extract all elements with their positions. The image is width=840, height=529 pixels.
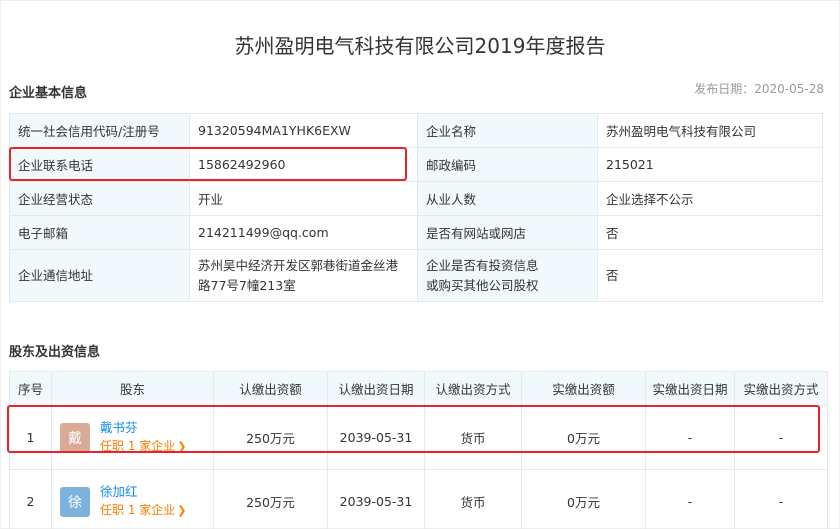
- chevron-right-icon: ❯: [177, 504, 187, 517]
- company-name-value: 苏州盈明电气科技有限公司: [597, 113, 823, 148]
- address-value: 苏州吴中经济开发区郭巷街道金丝港 路77号7幢213室: [189, 249, 418, 302]
- postcode-label: 邮政编码: [417, 147, 598, 182]
- address-line-2: 路77号7幢213室: [198, 277, 296, 293]
- info-row: 统一社会信用代码/注册号 91320594MA1YHK6EXW 企业名称 苏州盈…: [9, 113, 823, 148]
- col-header-subscribed-amount: 认缴出资额: [213, 371, 328, 406]
- investment-value: 否: [597, 249, 823, 302]
- table-header-row: 序号 股东 认缴出资额 认缴出资日期 认缴出资方式 实缴出资额 实缴出资日期 实…: [9, 371, 828, 406]
- paid-date: -: [645, 469, 735, 529]
- col-header-subscribed-date: 认缴出资日期: [327, 371, 425, 406]
- postcode-value: 215021: [597, 147, 823, 182]
- status-value: 开业: [189, 181, 418, 216]
- holder-job-text: 任职 1 家企业: [100, 503, 176, 517]
- paid-amount: 0万元: [521, 469, 646, 529]
- col-header-paid-date: 实缴出资日期: [645, 371, 735, 406]
- col-header-index: 序号: [9, 371, 52, 406]
- company-name-label: 企业名称: [417, 113, 598, 148]
- investment-label: 企业是否有投资信息 或购买其他公司股权: [417, 249, 598, 302]
- subscribed-date: 2039-05-31: [327, 469, 425, 529]
- website-label: 是否有网站或网店: [417, 215, 598, 250]
- investment-label-line-2: 或购买其他公司股权: [426, 277, 539, 293]
- report-title: 苏州盈明电气科技有限公司2019年度报告: [234, 34, 606, 58]
- table-row: 2 徐 徐加红 任职 1 家企业 ❯ 250万元 2039-05-31 货币 0万…: [9, 469, 828, 529]
- basic-info-heading: 企业基本信息: [9, 86, 88, 101]
- info-row: 电子邮箱 214211499@qq.com 是否有网站或网店 否: [9, 215, 823, 250]
- subscribed-amount: 250万元: [213, 469, 328, 529]
- col-header-paid-amount: 实缴出资额: [521, 371, 646, 406]
- email-value: 214211499@qq.com: [189, 215, 418, 250]
- investment-label-line-1: 企业是否有投资信息: [426, 257, 539, 273]
- employees-label: 从业人数: [417, 181, 598, 216]
- status-label: 企业经营状态: [9, 181, 190, 216]
- address-line-1: 苏州吴中经济开发区郭巷街道金丝港: [198, 257, 399, 273]
- credit-code-value: 91320594MA1YHK6EXW: [189, 113, 418, 148]
- info-row: 企业通信地址 苏州吴中经济开发区郭巷街道金丝港 路77号7幢213室 企业是否有…: [9, 249, 823, 302]
- credit-code-label: 统一社会信用代码/注册号: [9, 113, 190, 148]
- paid-method: -: [734, 469, 828, 529]
- employees-value: 企业选择不公示: [597, 181, 823, 216]
- publish-date: 发布日期：2020-05-28: [694, 82, 824, 96]
- shareholder-highlight-box: [7, 405, 820, 453]
- holder-name-link[interactable]: 徐加红: [100, 483, 186, 501]
- holder-job-link[interactable]: 任职 1 家企业 ❯: [100, 501, 186, 520]
- phone-highlight-box: [9, 147, 407, 181]
- address-label: 企业通信地址: [9, 249, 190, 302]
- col-header-holder: 股东: [51, 371, 214, 406]
- row-index: 2: [9, 469, 52, 529]
- holder-cell: 徐 徐加红 任职 1 家企业 ❯: [51, 469, 214, 529]
- shareholders-heading: 股东及出资信息: [9, 345, 101, 360]
- email-label: 电子邮箱: [9, 215, 190, 250]
- info-row: 企业经营状态 开业 从业人数 企业选择不公示: [9, 181, 823, 216]
- basic-info-table: 统一社会信用代码/注册号 91320594MA1YHK6EXW 企业名称 苏州盈…: [9, 113, 823, 302]
- col-header-subscribed-method: 认缴出资方式: [424, 371, 522, 406]
- col-header-paid-method: 实缴出资方式: [734, 371, 828, 406]
- avatar: 徐: [60, 486, 90, 517]
- website-value: 否: [597, 215, 823, 250]
- subscribed-method: 货币: [424, 469, 522, 529]
